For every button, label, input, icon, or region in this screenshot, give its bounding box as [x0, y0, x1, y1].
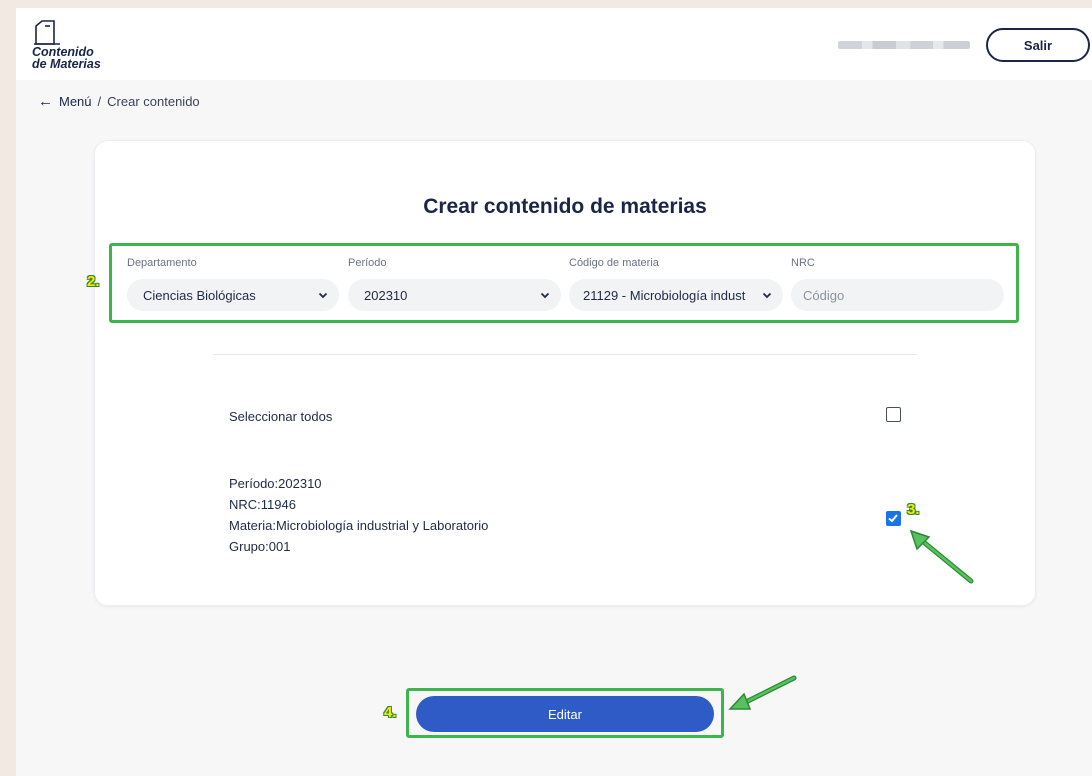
- step-4-badge: 4.: [384, 704, 397, 721]
- page-title: Crear contenido de materias: [423, 195, 707, 218]
- breadcrumb-menu-link[interactable]: Menú: [59, 94, 92, 109]
- item-subject: Materia:Microbiología industrial y Labor…: [229, 518, 489, 533]
- nrc-label: NRC: [791, 257, 815, 269]
- item-checkbox[interactable]: [886, 511, 901, 526]
- step-3-arrow-icon: [909, 529, 974, 584]
- item-nrc: NRC:11946: [229, 497, 296, 512]
- step-2-badge: 2.: [87, 273, 100, 290]
- edit-button[interactable]: Editar: [416, 696, 714, 732]
- chevron-down-icon: [318, 292, 328, 299]
- breadcrumb-current: Crear contenido: [107, 94, 200, 109]
- department-value: Ciencias Biológicas: [143, 287, 256, 303]
- divider: [213, 354, 917, 355]
- logo-line-2: de Materias: [32, 57, 101, 71]
- chevron-down-icon: [540, 292, 550, 299]
- department-label: Departamento: [127, 257, 197, 269]
- list-item: Período:202310 NRC:11946 Materia:Microbi…: [229, 473, 488, 557]
- top-bar: Contenidode Materias usuario Salir: [16, 8, 1092, 80]
- step-4-arrow-icon: [728, 675, 797, 710]
- breadcrumb: ← Menú / Crear contenido: [38, 93, 200, 110]
- course-code-value: 21129 - Microbiología indust: [583, 287, 746, 303]
- period-value: 202310: [364, 287, 408, 303]
- course-code-select[interactable]: 21129 - Microbiología indust: [569, 279, 783, 311]
- department-select[interactable]: Ciencias Biológicas: [127, 279, 339, 311]
- app-window: Contenidode Materias usuario Salir ← Men…: [16, 8, 1092, 776]
- content-card: Crear contenido de materias 2. Departame…: [87, 140, 1036, 606]
- nrc-placeholder: Código: [803, 287, 845, 303]
- document-icon: [34, 20, 60, 45]
- item-group: Grupo:001: [229, 539, 291, 554]
- user-name-blurred: usuario: [838, 41, 970, 49]
- logout-button[interactable]: Salir: [986, 28, 1090, 62]
- chevron-down-icon: [762, 292, 772, 299]
- item-period: Período:202310: [229, 476, 322, 491]
- period-select[interactable]: 202310: [348, 279, 561, 311]
- arrow-left-icon[interactable]: ←: [38, 93, 53, 110]
- select-all-label: Seleccionar todos: [229, 409, 333, 424]
- step-3-badge: 3.: [907, 501, 920, 518]
- select-all-checkbox[interactable]: [886, 407, 901, 422]
- breadcrumb-separator: /: [97, 94, 102, 109]
- nrc-input[interactable]: Código: [791, 279, 1004, 311]
- course-code-label: Código de materia: [569, 257, 659, 269]
- checkmark-icon: [888, 514, 898, 523]
- logo-text: Contenido de Materias: [32, 46, 101, 71]
- app-logo[interactable]: Contenido de Materias: [32, 18, 122, 78]
- period-label: Período: [348, 257, 387, 269]
